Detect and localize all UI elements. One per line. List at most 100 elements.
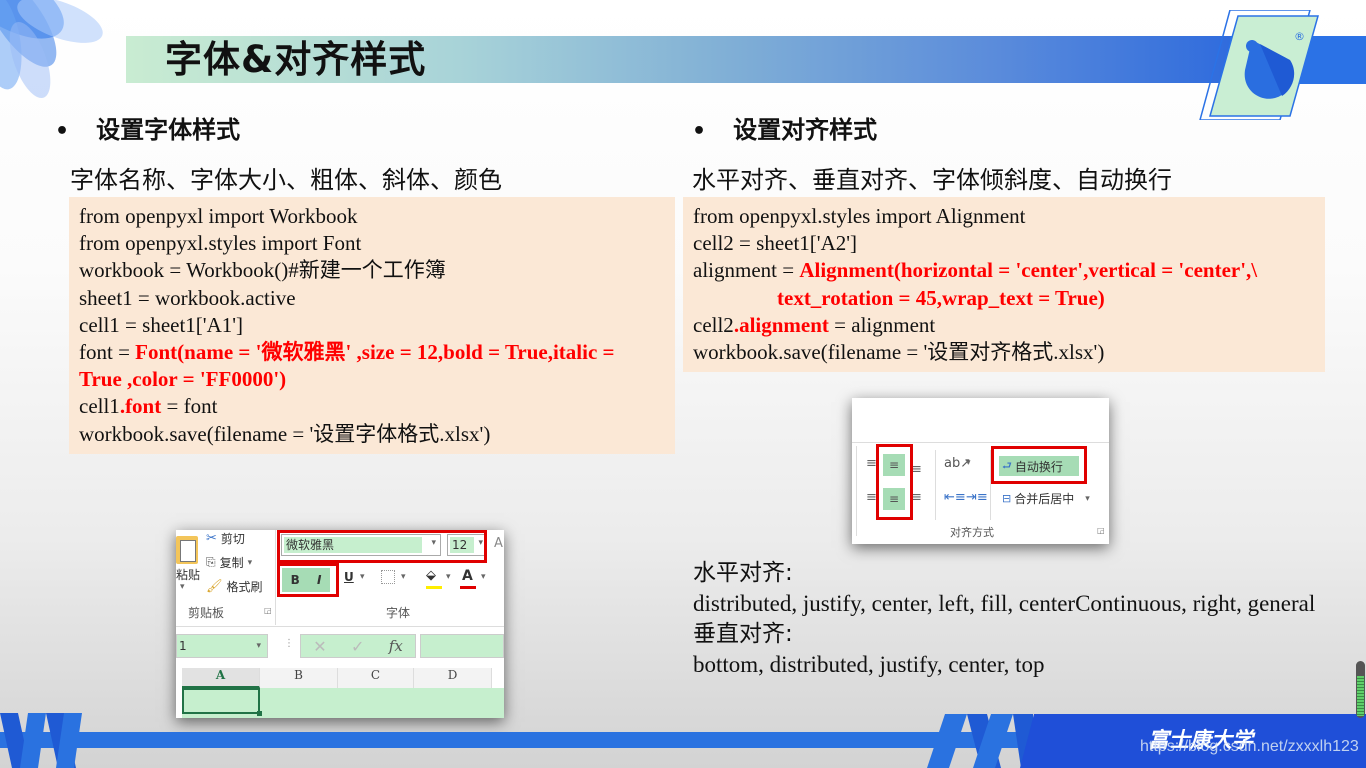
code-text: = alignment <box>828 312 936 337</box>
code-highlight: True ,color = 'FF0000') <box>79 367 287 392</box>
vertical-values: bottom, distributed, justify, center, to… <box>693 651 1045 677</box>
border-icon[interactable] <box>381 570 395 584</box>
heading-font-style: 设置字体样式 <box>96 116 241 144</box>
watermark-url: https://blog.csdn.net/zxxxlh123 <box>1140 738 1359 755</box>
font-color-button[interactable]: A <box>462 568 473 584</box>
subheading-alignment-properties: 水平对齐、垂直对齐、字体倾斜度、自动换行 <box>692 166 1172 194</box>
font-color-dropdown-icon[interactable]: ▾ <box>481 572 486 582</box>
clipboard-group: 粘贴 ▾ ✂ 剪切 ⎘ 复制 ▾ 🖌 格式刷 剪贴板 ◲ <box>176 530 276 625</box>
grow-font-icon[interactable]: A <box>494 536 503 551</box>
paste-page-icon <box>180 540 196 562</box>
slide-progress-indicator[interactable] <box>1356 661 1365 718</box>
code-highlight: Alignment(horizontal = 'center',vertical… <box>799 258 1258 283</box>
code-text: cell1 <box>79 394 120 419</box>
code-text: cell2 <box>693 312 734 337</box>
code-line: sheet1 = workbook.active <box>79 285 665 312</box>
decrease-indent-icon[interactable]: ⇤≡ <box>944 490 966 505</box>
font-color-swatch <box>460 586 476 589</box>
border-dropdown-icon[interactable]: ▾ <box>401 572 406 582</box>
scissors-icon: ✂ <box>206 531 217 546</box>
university-logo: ® <box>1199 10 1366 120</box>
column-header-c[interactable]: C <box>338 668 414 688</box>
horizontal-values: distributed, justify, center, left, fill… <box>693 590 1316 616</box>
heading-alignment-style: 设置对齐样式 <box>733 116 878 144</box>
code-line: cell1.font = font <box>79 393 665 420</box>
bottom-right-stripes <box>927 714 1033 768</box>
vertical-label: 垂直对齐: <box>693 621 793 647</box>
merge-icon: ⊟ <box>1002 492 1012 505</box>
divider <box>852 442 1109 443</box>
column-header-d[interactable]: D <box>414 668 492 688</box>
highlight-box-font-name-size <box>277 530 487 563</box>
code-text: = font <box>161 394 218 419</box>
code-block-alignment: from openpyxl.styles import Alignment cel… <box>683 197 1325 372</box>
svg-text:®: ® <box>1294 30 1305 43</box>
code-line: workbook.save(filename = '设置对齐格式.xlsx') <box>693 339 1315 366</box>
left-section-heading: • 设置字体样式 <box>55 110 240 145</box>
copy-button[interactable]: ⎘ 复制 ▾ <box>206 554 252 571</box>
slide-title: 字体&对齐样式 <box>165 38 427 81</box>
dialog-launcher-icon[interactable]: ◲ <box>1097 526 1105 535</box>
code-line: from openpyxl.styles import Font <box>79 230 665 257</box>
column-header-b[interactable]: B <box>260 668 338 688</box>
name-box[interactable]: 1 ▾ <box>176 634 268 658</box>
paste-dropdown-icon[interactable]: ▾ <box>180 582 185 592</box>
chevron-down-icon: ▾ <box>256 641 261 651</box>
selected-cell-a1[interactable] <box>182 688 260 714</box>
copy-dropdown-icon: ▾ <box>247 557 253 568</box>
fill-color-swatch <box>426 586 442 589</box>
code-highlight: .font <box>119 394 162 419</box>
code-text: workbook.save(filename = '设置对齐格式.xlsx') <box>693 340 1105 365</box>
petal-decoration <box>0 0 103 98</box>
bullet: • <box>692 119 707 144</box>
increase-indent-icon[interactable]: ⇥≡ <box>966 490 988 505</box>
code-text: cell2 = sheet1['A2'] <box>693 231 858 256</box>
right-section-heading: • 设置对齐样式 <box>692 110 877 145</box>
code-highlight: .alignment <box>733 312 829 337</box>
bullet: • <box>55 119 70 144</box>
fx-button[interactable]: fx <box>389 637 403 655</box>
highlight-box-align <box>876 444 913 520</box>
code-text: cell1 = sheet1['A1'] <box>79 312 244 337</box>
format-painter-button[interactable]: 🖌 格式刷 <box>206 578 263 595</box>
brush-icon: 🖌 <box>206 579 223 594</box>
cancel-icon[interactable]: ✕ <box>313 637 326 656</box>
code-text: alignment = <box>693 258 800 283</box>
code-text: from openpyxl import Workbook <box>79 204 358 228</box>
bottom-left-stripes <box>0 713 82 768</box>
excel-font-ribbon-screenshot: 粘贴 ▾ ✂ 剪切 ⎘ 复制 ▾ 🖌 格式刷 剪贴板 ◲ 微软雅黑 ▾ 12 ▾… <box>176 530 504 718</box>
paste-button[interactable]: 粘贴 <box>176 566 200 583</box>
code-text: from openpyxl.styles import Font <box>79 231 362 256</box>
code-line: alignment = Alignment(horizontal = 'cent… <box>693 257 1315 284</box>
code-line: workbook = Workbook()#新建一个工作簿 <box>79 257 665 284</box>
underline-button[interactable]: U <box>344 570 354 584</box>
code-text: workbook.save(filename = '设置字体格式.xlsx') <box>79 421 491 446</box>
underline-dropdown-icon[interactable]: ▾ <box>360 572 365 582</box>
code-text: font = <box>79 340 136 365</box>
cut-button[interactable]: ✂ 剪切 <box>206 530 245 547</box>
fill-handle[interactable] <box>257 711 262 716</box>
formula-input[interactable] <box>420 634 504 658</box>
grip-icon: ⋮ <box>284 638 294 649</box>
orientation-dropdown-icon[interactable]: ▾ <box>966 458 971 468</box>
highlight-box-bold-italic <box>277 563 339 597</box>
code-line: font = Font(name = '微软雅黑' ,size = 12,bol… <box>79 339 665 366</box>
excel-alignment-ribbon-screenshot: ≡ ≡ ≡ ≡ ≡ ≡ ab↗ ▾ ⇤≡ ⇥≡ ⮐ 自动换行 ⊟ 合并后居中 ▾… <box>852 398 1109 544</box>
slide-progress-fill <box>1357 676 1364 716</box>
merge-center-button[interactable]: ⊟ 合并后居中 ▾ <box>1002 490 1090 507</box>
copy-icon: ⎘ <box>206 555 216 569</box>
alignment-group-label: 对齐方式 <box>950 526 994 539</box>
merge-dropdown-icon: ▾ <box>1085 493 1090 504</box>
column-header-a[interactable]: A <box>182 668 260 688</box>
fill-dropdown-icon[interactable]: ▾ <box>446 572 451 582</box>
code-line: workbook.save(filename = '设置字体格式.xlsx') <box>79 421 665 448</box>
code-line: cell2.alignment = alignment <box>693 312 1315 339</box>
alignment-options-text: 水平对齐: distributed, justify, center, left… <box>693 558 1333 680</box>
dialog-launcher-icon[interactable]: ◲ <box>264 606 272 615</box>
divider <box>176 626 504 627</box>
code-highlight: Font(name = '微软雅黑' ,size = 12,bold = Tru… <box>135 340 615 365</box>
enter-icon[interactable]: ✓ <box>351 637 364 656</box>
formula-buttons: ✕ ✓ fx <box>300 634 416 658</box>
highlight-box-wrap-text <box>991 446 1087 484</box>
fill-color-icon[interactable]: ⬙ <box>426 568 436 583</box>
